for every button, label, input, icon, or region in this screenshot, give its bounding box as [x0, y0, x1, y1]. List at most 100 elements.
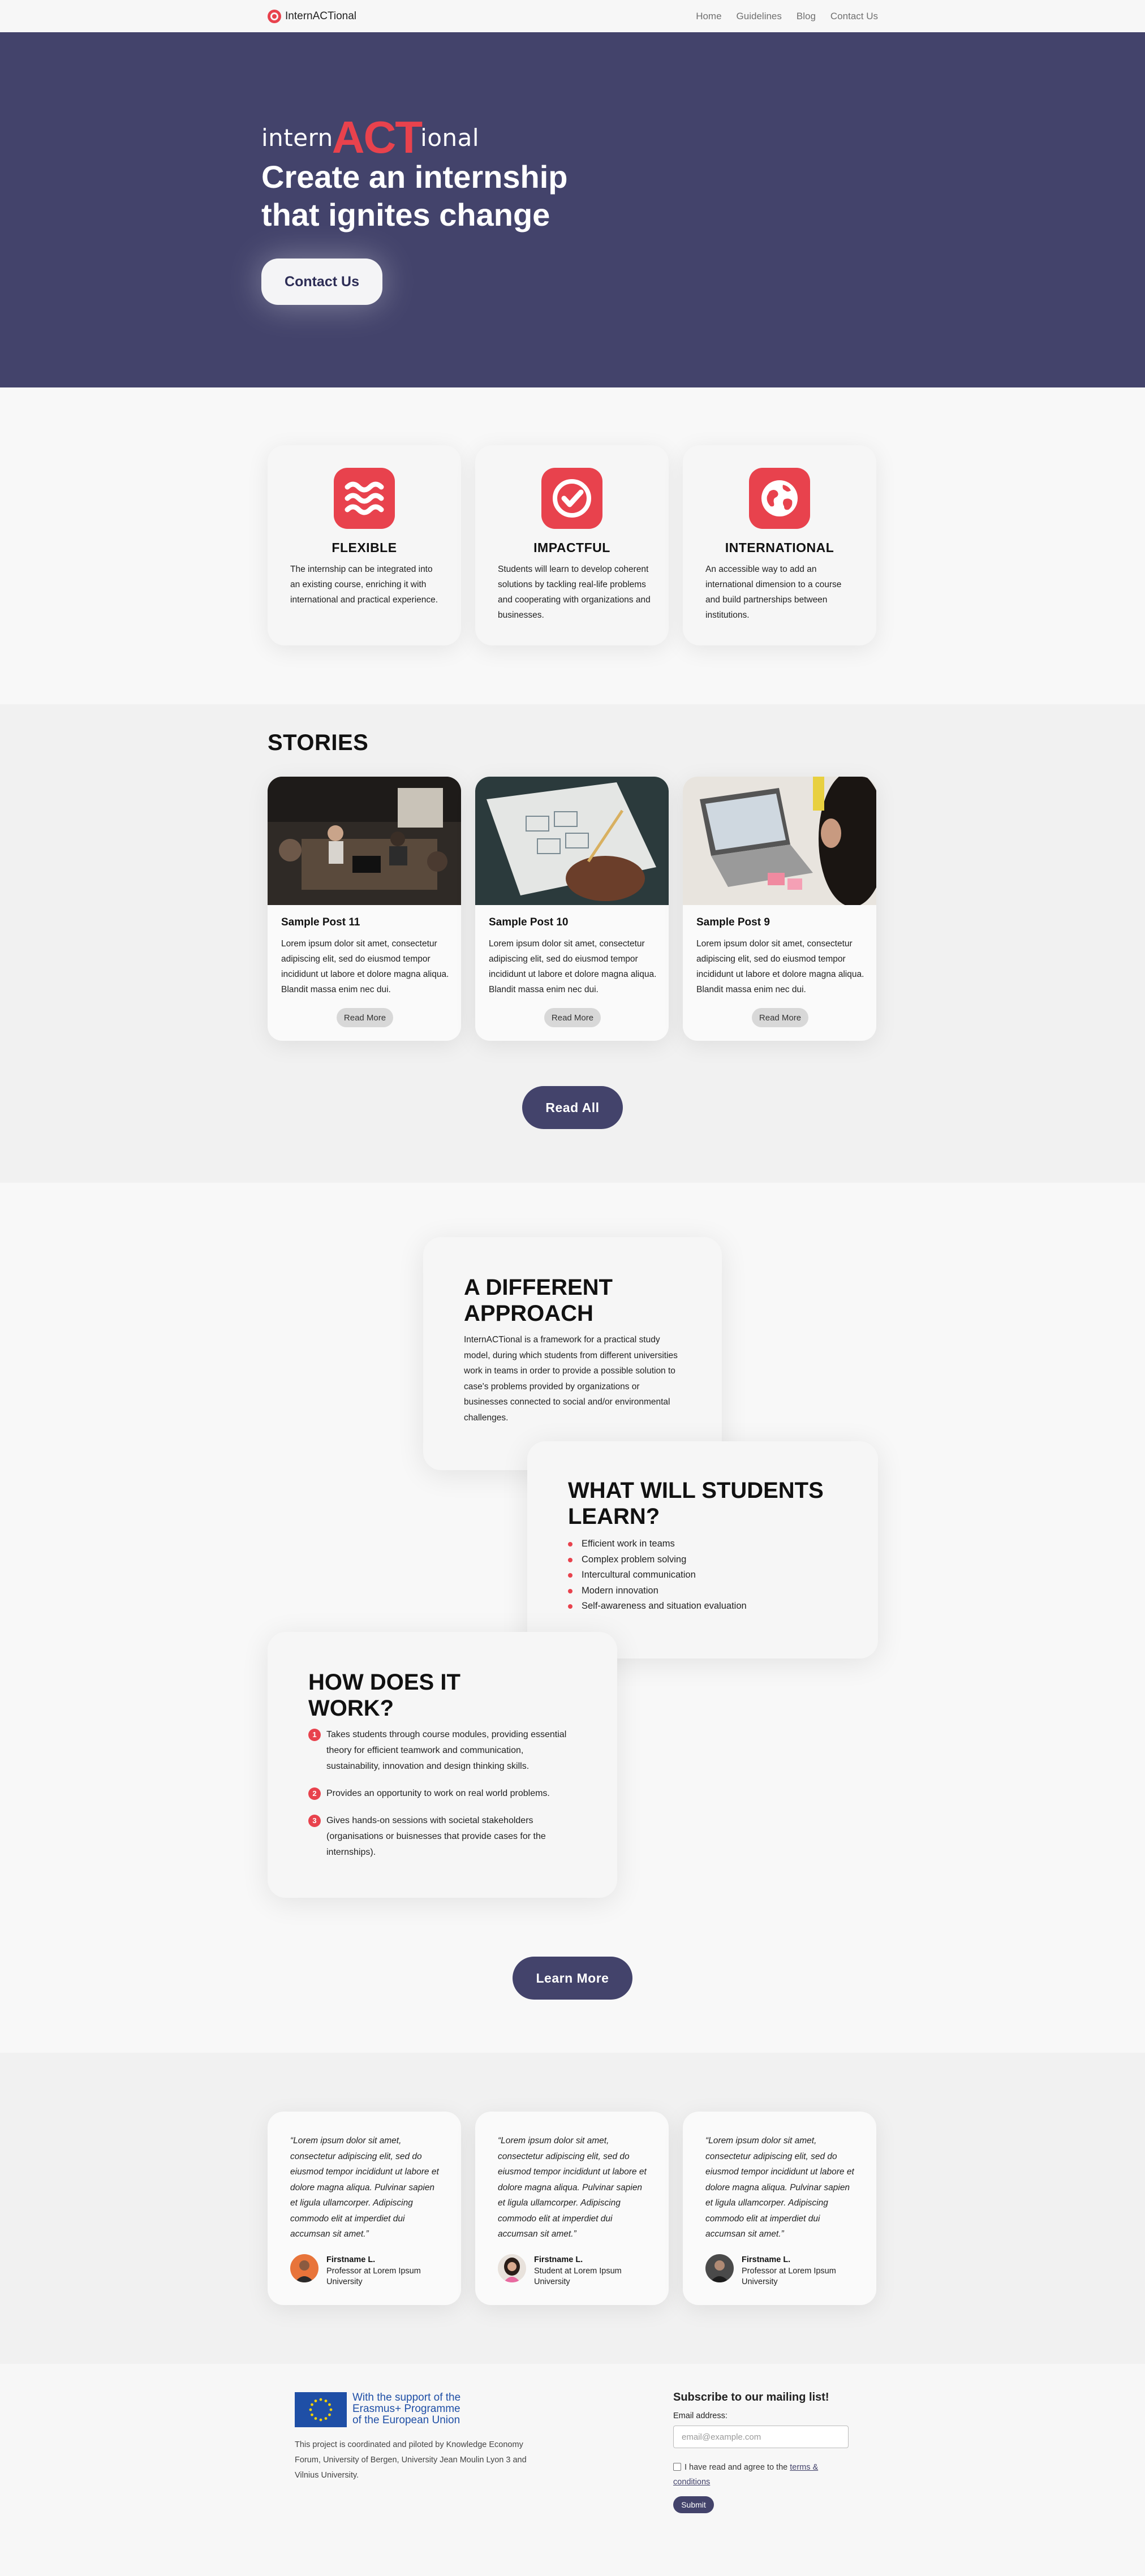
feature-card-impactful: IMPACTFUL Students will learn to develop… [475, 445, 669, 645]
terms-checkbox[interactable] [673, 2463, 681, 2471]
story-title: Sample Post 9 [696, 916, 770, 928]
how-step: 3 Gives hands-on sessions with societal … [308, 1813, 574, 1860]
learn-item-text: Complex problem solving [582, 1554, 687, 1565]
story-title: Sample Post 11 [281, 916, 360, 928]
story-card[interactable]: Sample Post 10 Lorem ipsum dolor sit ame… [475, 777, 669, 1041]
step-number-badge: 1 [308, 1729, 321, 1741]
learn-item-text: Intercultural communication [582, 1570, 696, 1580]
nav-link-home[interactable]: Home [696, 11, 721, 22]
footer: With the support of the Erasmus+ Program… [0, 2364, 1145, 2576]
brand-logo[interactable]: InternACTional [267, 9, 356, 24]
learn-more-button[interactable]: Learn More [513, 1957, 632, 2000]
nav-links: Home Guidelines Blog Contact Us [696, 11, 878, 22]
read-more-button[interactable]: Read More [752, 1008, 808, 1027]
learn-list-item: Modern innovation [568, 1583, 747, 1599]
how-step: 2 Provides an opportunity to work on rea… [308, 1786, 574, 1802]
bullet-icon [568, 1573, 572, 1578]
brand-mark-icon [268, 10, 281, 23]
learn-list-item: Self-awareness and situation evaluation [568, 1599, 747, 1614]
testimonial-name: Firstname L. [534, 2255, 583, 2264]
step-number-badge: 3 [308, 1815, 321, 1827]
learn-list-item: Complex problem solving [568, 1552, 747, 1568]
testimonial-card: “Lorem ipsum dolor sit amet, consectetur… [268, 2112, 461, 2305]
learn-item-text: Modern innovation [582, 1585, 658, 1596]
globe-icon [749, 468, 810, 529]
nav-link-blog[interactable]: Blog [797, 11, 816, 22]
waves-icon [334, 468, 395, 529]
bullet-icon [568, 1588, 572, 1593]
approach-title: A DIFFERENT APPROACH [464, 1275, 613, 1326]
feature-card-international: INTERNATIONAL An accessible way to add a… [683, 445, 876, 645]
story-excerpt: Lorem ipsum dolor sit amet, consectetur … [281, 939, 449, 994]
feature-title: FLEXIBLE [332, 540, 397, 555]
story-image-meeting[interactable] [268, 777, 461, 905]
testimonial-name: Firstname L. [742, 2255, 791, 2264]
learn-list: Efficient work in teams Complex problem … [568, 1536, 747, 1614]
erasmus-logo: With the support of the Erasmus+ Program… [295, 2392, 460, 2427]
terms-consent: I have read and agree to the terms & con… [673, 2460, 854, 2489]
read-all-button[interactable]: Read All [522, 1086, 623, 1129]
submit-button[interactable]: Submit [673, 2496, 714, 2513]
email-field[interactable] [673, 2426, 849, 2448]
testimonial-name: Firstname L. [326, 2255, 376, 2264]
testimonial-role: Professor at Lorem Ipsum University [742, 2267, 836, 2286]
feature-text: An accessible way to add an internationa… [705, 565, 842, 620]
bullet-icon [568, 1604, 572, 1609]
eu-support-text: With the support of the Erasmus+ Program… [352, 2392, 460, 2426]
hero-section: intern ACT ional Create an internship th… [0, 32, 1145, 387]
story-excerpt: Lorem ipsum dolor sit amet, consectetur … [696, 939, 864, 994]
feature-title: IMPACTFUL [533, 540, 610, 555]
avatar [705, 2254, 734, 2282]
testimonial-quote: “Lorem ipsum dolor sit amet, consectetur… [498, 2136, 647, 2239]
how-it-works-card: HOW DOES IT WORK? 1 Takes students throu… [268, 1632, 617, 1898]
story-title: Sample Post 10 [489, 916, 569, 928]
bullet-icon [568, 1542, 572, 1547]
nav-link-guidelines[interactable]: Guidelines [737, 11, 782, 22]
testimonial-role: Professor at Lorem Ipsum University [326, 2267, 421, 2286]
eu-line-3: of the European Union [352, 2414, 460, 2426]
story-card[interactable]: Sample Post 9 Lorem ipsum dolor sit amet… [683, 777, 876, 1041]
testimonial-card: “Lorem ipsum dolor sit amet, consectetur… [475, 2112, 669, 2305]
brand-name: InternACTional [285, 10, 357, 22]
story-image-sketching[interactable] [475, 777, 669, 905]
learn-title: WHAT WILL STUDENTS LEARN? [568, 1478, 824, 1529]
footer-description: This project is coordinated and piloted … [295, 2440, 527, 2480]
avatar [290, 2254, 318, 2282]
contact-us-button[interactable]: Contact Us [261, 259, 382, 305]
story-image-laptop[interactable] [683, 777, 876, 905]
approach-text: InternACTional is a framework for a prac… [464, 1335, 678, 1423]
hero-title: Create an internship that ignites change [261, 159, 568, 232]
feature-text: Students will learn to develop coherent … [498, 565, 651, 620]
testimonial-role: Student at Lorem Ipsum University [534, 2267, 622, 2286]
read-more-button[interactable]: Read More [337, 1008, 393, 1027]
story-card[interactable]: Sample Post 11 Lorem ipsum dolor sit ame… [268, 777, 461, 1041]
subscribe-title: Subscribe to our mailing list! [673, 2391, 829, 2403]
learn-list-item: Intercultural communication [568, 1567, 747, 1583]
hero-brand-logo: intern ACT ional [261, 111, 479, 163]
email-label: Email address: [673, 2411, 728, 2420]
learn-item-text: Efficient work in teams [582, 1539, 675, 1549]
eu-line-2: Erasmus+ Programme [352, 2403, 460, 2415]
feature-text: The internship can be integrated into an… [290, 565, 438, 605]
testimonial-card: “Lorem ipsum dolor sit amet, consectetur… [683, 2112, 876, 2305]
check-badge-icon [541, 468, 602, 529]
step-text: Takes students through course modules, p… [326, 1730, 567, 1771]
how-title: HOW DOES IT WORK? [308, 1670, 460, 1721]
bullet-icon [568, 1557, 572, 1562]
eu-flag-icon [295, 2392, 347, 2427]
hero-brand-right: ional [420, 123, 480, 152]
approach-card: A DIFFERENT APPROACH InternACTional is a… [423, 1237, 722, 1470]
learn-card: WHAT WILL STUDENTS LEARN? Efficient work… [527, 1441, 878, 1659]
feature-title: INTERNATIONAL [725, 540, 834, 555]
testimonial-quote: “Lorem ipsum dolor sit amet, consectetur… [705, 2136, 854, 2239]
top-navbar: InternACTional Home Guidelines Blog Cont… [0, 0, 1145, 32]
hero-brand-left: intern [261, 123, 333, 152]
nav-link-contact[interactable]: Contact Us [830, 11, 878, 22]
learn-item-text: Self-awareness and situation evaluation [582, 1601, 747, 1611]
feature-card-flexible: FLEXIBLE The internship can be integrate… [268, 445, 461, 645]
story-excerpt: Lorem ipsum dolor sit amet, consectetur … [489, 939, 657, 994]
step-text: Gives hands-on sessions with societal st… [326, 1816, 546, 1857]
read-more-button[interactable]: Read More [544, 1008, 601, 1027]
testimonial-quote: “Lorem ipsum dolor sit amet, consectetur… [290, 2136, 439, 2239]
avatar [498, 2254, 526, 2282]
